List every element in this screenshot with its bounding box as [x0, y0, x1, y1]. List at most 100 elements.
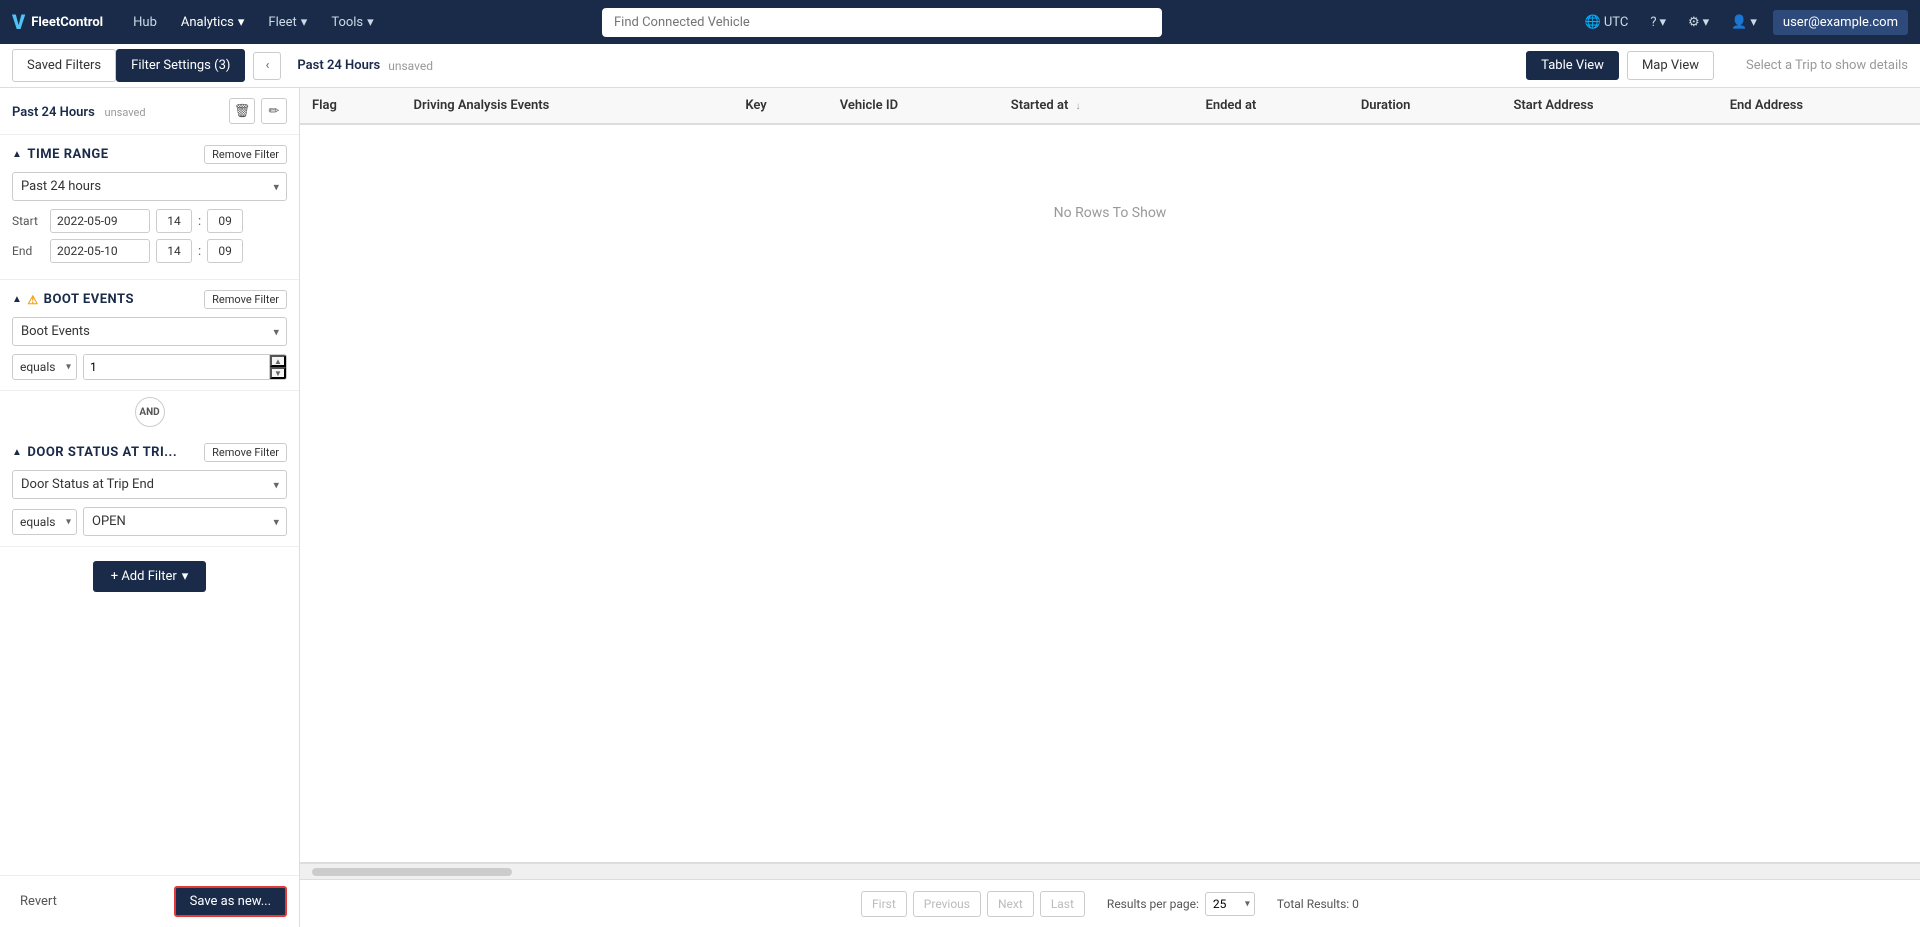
chevron-down-icon: ▲ — [12, 294, 22, 305]
nav-fleet[interactable]: Fleet ▾ — [258, 9, 317, 36]
start-min-input[interactable] — [207, 209, 243, 233]
chevron-down-icon: ▲ — [12, 447, 22, 458]
filter-settings-button[interactable]: Filter Settings (3) — [116, 49, 245, 82]
horizontal-scrollbar-thumb[interactable] — [312, 868, 512, 876]
boot-events-operator-row: equals ▲ ▼ — [12, 354, 287, 380]
door-status-value-wrapper: OPEN — [83, 507, 287, 536]
warning-icon: ⚠ — [27, 293, 38, 307]
time-range-header: ▲ TIME RANGE Remove Filter — [12, 145, 287, 164]
chevron-left-icon: ‹ — [265, 58, 269, 73]
add-filter-button[interactable]: + Add Filter ▾ — [93, 561, 207, 592]
help-icon: ? — [1650, 15, 1656, 30]
results-per-page-wrapper: 25 10 50 100 — [1205, 892, 1255, 916]
end-date-input[interactable] — [50, 239, 150, 263]
chevron-down-icon: ▾ — [1703, 15, 1710, 30]
end-datetime-row: End : — [12, 239, 287, 263]
edit-filter-button[interactable]: ✏ — [261, 98, 287, 124]
delete-filter-button[interactable]: 🗑 — [229, 98, 255, 124]
timezone-button[interactable]: 🌐 UTC — [1579, 11, 1635, 34]
boot-events-value-wrapper: ▲ ▼ — [83, 354, 287, 380]
time-range-preset-select[interactable]: Past 24 hours — [12, 172, 287, 201]
remove-time-range-button[interactable]: Remove Filter — [204, 145, 287, 164]
sort-desc-icon: ↓ — [1076, 101, 1081, 112]
boot-events-field-select[interactable]: Boot Events — [12, 317, 287, 346]
sidebar-actions: 🗑 ✏ — [229, 98, 287, 124]
boot-events-field-wrapper: Boot Events — [12, 317, 287, 346]
and-badge: AND — [135, 397, 165, 427]
nav-tools[interactable]: Tools ▾ — [321, 9, 383, 36]
saved-filters-button[interactable]: Saved Filters — [12, 49, 116, 82]
table-view-button[interactable]: Table View — [1526, 51, 1619, 80]
user-menu-button[interactable]: 👤 ▾ — [1725, 11, 1763, 34]
view-toggle-area: Table View Map View Select a Trip to sho… — [1526, 51, 1908, 80]
door-status-header: ▲ DOOR STATUS AT TRI... Remove Filter — [12, 443, 287, 462]
settings-button[interactable]: ⚙ ▾ — [1682, 11, 1715, 34]
total-results-label: Total Results: 0 — [1277, 897, 1359, 911]
first-page-button[interactable]: First — [861, 891, 907, 917]
chevron-down-icon: ▾ — [182, 569, 189, 584]
last-page-button[interactable]: Last — [1040, 891, 1085, 917]
revert-button[interactable]: Revert — [12, 890, 65, 913]
col-flag: Flag — [300, 88, 402, 124]
user-icon: 👤 — [1731, 15, 1747, 30]
boot-events-operator-wrapper: equals — [12, 354, 77, 380]
door-status-value-select[interactable]: OPEN — [83, 507, 287, 536]
door-status-field-wrapper: Door Status at Trip End — [12, 470, 287, 499]
results-per-page-select[interactable]: 25 10 50 100 — [1205, 892, 1255, 916]
brand-logo[interactable]: V FleetControl — [12, 10, 103, 34]
spin-down-button[interactable]: ▼ — [270, 367, 286, 379]
boot-events-operator-select[interactable]: equals — [12, 354, 77, 380]
help-button[interactable]: ? ▾ — [1644, 11, 1672, 34]
col-start-address: Start Address — [1502, 88, 1718, 124]
previous-page-button[interactable]: Previous — [913, 891, 981, 917]
end-hour-input[interactable] — [156, 239, 192, 263]
chevron-down-icon: ▾ — [301, 15, 308, 30]
horizontal-scrollbar-area[interactable] — [300, 863, 1920, 879]
start-date-input[interactable] — [50, 209, 150, 233]
end-min-input[interactable] — [207, 239, 243, 263]
user-badge[interactable]: user@example.com — [1773, 10, 1908, 35]
remove-boot-events-button[interactable]: Remove Filter — [204, 290, 287, 309]
door-status-operator-wrapper: equals — [12, 509, 77, 535]
sidebar-title: Past 24 Hours unsaved — [12, 102, 146, 120]
door-status-title: ▲ DOOR STATUS AT TRI... — [12, 445, 177, 460]
chevron-down-icon: ▲ — [12, 149, 22, 160]
globe-icon: 🌐 — [1585, 15, 1601, 30]
table-wrapper[interactable]: Flag Driving Analysis Events Key Vehicle… — [300, 88, 1920, 863]
boot-events-value-input[interactable] — [84, 355, 269, 379]
chevron-down-icon: ▾ — [1750, 15, 1757, 30]
next-page-button[interactable]: Next — [987, 891, 1034, 917]
chevron-down-icon: ▾ — [367, 15, 374, 30]
time-separator: : — [198, 214, 201, 229]
map-view-button[interactable]: Map View — [1627, 51, 1714, 80]
no-rows-row: No Rows To Show — [300, 124, 1920, 301]
sidebar-footer: Revert Save as new... — [0, 875, 299, 927]
results-per-page-area: Results per page: 25 10 50 100 — [1107, 892, 1255, 916]
remove-door-status-button[interactable]: Remove Filter — [204, 443, 287, 462]
trips-table: Flag Driving Analysis Events Key Vehicle… — [300, 88, 1920, 301]
start-label: Start — [12, 214, 44, 228]
chevron-down-icon: ▾ — [1659, 15, 1666, 30]
start-hour-input[interactable] — [156, 209, 192, 233]
sidebar-header: Past 24 Hours unsaved 🗑 ✏ — [0, 88, 299, 135]
search-input[interactable] — [602, 8, 1162, 37]
col-key: Key — [733, 88, 827, 124]
save-as-new-button[interactable]: Save as new... — [174, 886, 287, 917]
main-content: Past 24 Hours unsaved 🗑 ✏ ▲ TIME RANGE R… — [0, 88, 1920, 927]
time-range-section: ▲ TIME RANGE Remove Filter Past 24 hours… — [0, 135, 299, 280]
door-status-operator-select[interactable]: equals — [12, 509, 77, 535]
filter-sidebar: Past 24 Hours unsaved 🗑 ✏ ▲ TIME RANGE R… — [0, 88, 300, 927]
nav-hub[interactable]: Hub — [123, 9, 167, 36]
door-status-field-select[interactable]: Door Status at Trip End — [12, 470, 287, 499]
search-bar[interactable] — [602, 8, 1162, 37]
col-started-at[interactable]: Started at ↓ — [999, 88, 1194, 124]
gear-icon: ⚙ — [1688, 15, 1700, 30]
boot-events-spinner: ▲ ▼ — [269, 355, 286, 379]
sub-navigation: Saved Filters Filter Settings (3) ‹ Past… — [0, 44, 1920, 88]
col-ended-at: Ended at — [1193, 88, 1348, 124]
table-header: Flag Driving Analysis Events Key Vehicle… — [300, 88, 1920, 124]
collapse-sidebar-button[interactable]: ‹ — [253, 52, 281, 80]
nav-analytics[interactable]: Analytics ▾ — [171, 9, 255, 36]
chevron-down-icon: ▾ — [238, 15, 245, 30]
spin-up-button[interactable]: ▲ — [270, 355, 286, 367]
